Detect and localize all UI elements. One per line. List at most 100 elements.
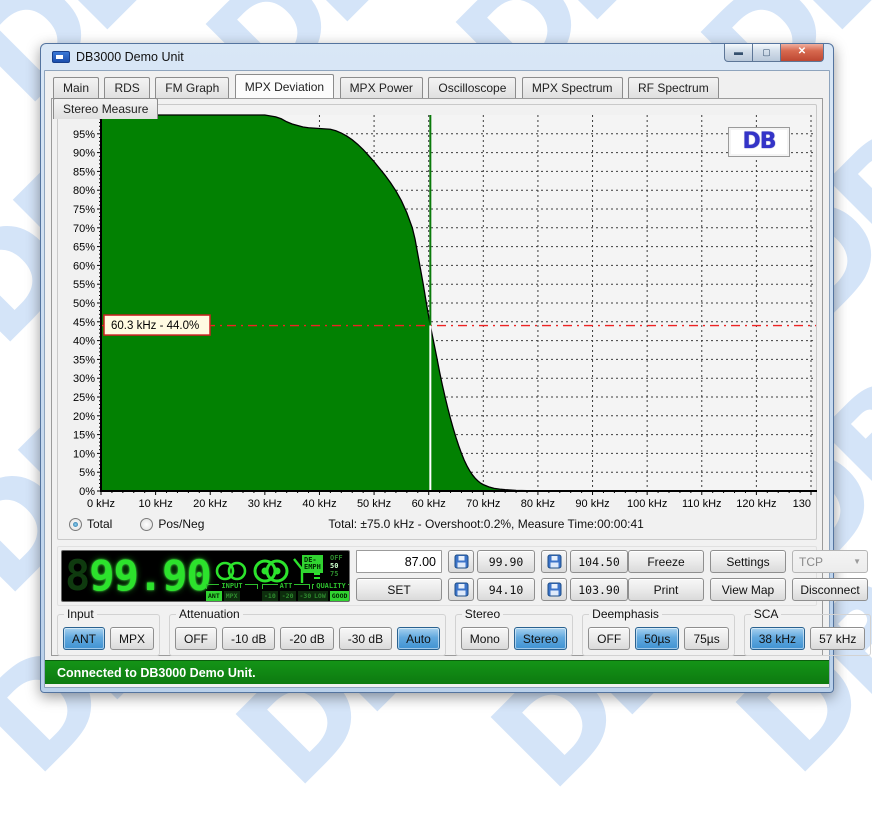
display-mode-row: Total Pos/Neg Total: ±75.0 kHz - Oversho…: [59, 511, 815, 537]
preset-button-1[interactable]: 99.90: [477, 550, 535, 573]
db-logo: DB: [728, 127, 790, 157]
option-groups-row: Input ANT MPX Attenuation OFF -10 dB -20…: [57, 614, 817, 656]
mpx-deviation-chart[interactable]: 0%5%10%15%20%25%30%35%40%45%50%55%60%65%…: [59, 107, 817, 511]
svg-text:80 kHz: 80 kHz: [521, 498, 555, 510]
minimize-button[interactable]: ▬: [724, 44, 753, 62]
posneg-radio-label[interactable]: Pos/Neg: [158, 517, 204, 531]
svg-text:5%: 5%: [79, 467, 95, 479]
tab-rds[interactable]: RDS: [104, 77, 149, 98]
deemph-off: OFF: [330, 554, 343, 562]
att-10db-button[interactable]: -10 dB: [222, 627, 275, 650]
att-off-button[interactable]: OFF: [175, 627, 217, 650]
svg-text:15%: 15%: [73, 430, 95, 442]
svg-text:60%: 60%: [73, 260, 95, 272]
settings-button[interactable]: Settings: [710, 550, 786, 573]
vfd-att-20: -20: [280, 591, 296, 601]
svg-text:20%: 20%: [73, 411, 95, 423]
posneg-radio[interactable]: [140, 518, 153, 531]
svg-text:25%: 25%: [73, 392, 95, 404]
svg-text:50 kHz: 50 kHz: [357, 498, 391, 510]
window-title: DB3000 Demo Unit: [76, 50, 184, 64]
freeze-button[interactable]: Freeze: [628, 550, 704, 573]
svg-text:30%: 30%: [73, 373, 95, 385]
set-button[interactable]: SET: [356, 578, 442, 601]
stereo-group: Stereo Mono Stereo: [455, 614, 573, 656]
tab-strip: Main RDS FM Graph MPX Deviation MPX Powe…: [53, 77, 823, 99]
save-preset-button[interactable]: [541, 578, 567, 601]
preset-button-4[interactable]: 103.90: [570, 578, 628, 601]
chevron-down-icon: ▼: [853, 557, 861, 566]
client-area: Main RDS FM Graph MPX Deviation MPX Powe…: [44, 70, 830, 688]
print-button[interactable]: Print: [628, 578, 704, 601]
frequency-input[interactable]: [356, 550, 442, 573]
svg-text:55%: 55%: [73, 279, 95, 291]
floppy-save-icon: [547, 582, 562, 597]
floppy-save-icon: [454, 582, 469, 597]
svg-text:0 kHz: 0 kHz: [87, 498, 115, 510]
tab-fm-graph[interactable]: FM Graph: [155, 77, 229, 98]
sca-57khz-button[interactable]: 57 kHz: [810, 627, 865, 650]
save-preset-button[interactable]: [448, 550, 474, 573]
view-map-button[interactable]: View Map: [710, 578, 786, 601]
vfd-input-block: INPUT ANT MPX: [206, 582, 258, 601]
status-text: Connected to DB3000 Demo Unit.: [57, 666, 256, 680]
total-radio[interactable]: [69, 518, 82, 531]
stereo-stereo-button[interactable]: Stereo: [514, 627, 567, 650]
total-radio-label[interactable]: Total: [87, 517, 112, 531]
svg-text:95%: 95%: [73, 129, 95, 141]
connection-mode-value: TCP: [799, 555, 823, 569]
tab-stereo-measure[interactable]: Stereo Measure: [53, 98, 158, 119]
svg-text:130: 130: [793, 498, 811, 510]
tab-main[interactable]: Main: [53, 77, 99, 98]
tab-oscilloscope[interactable]: Oscilloscope: [428, 77, 516, 98]
tab-rf-spectrum[interactable]: RF Spectrum: [628, 77, 719, 98]
vfd-att-10: -10: [262, 591, 278, 601]
input-ant-button[interactable]: ANT: [63, 627, 105, 650]
stereo-mono-button[interactable]: Mono: [461, 627, 509, 650]
tab-mpx-power[interactable]: MPX Power: [340, 77, 423, 98]
svg-text:60.3 kHz - 44.0%: 60.3 kHz - 44.0%: [111, 320, 199, 332]
vfd-input-ant: ANT: [206, 591, 222, 601]
svg-text:10 kHz: 10 kHz: [138, 498, 172, 510]
preset-button-2[interactable]: 104.50: [570, 550, 628, 573]
deemph-indicator: DE- EMPH: [302, 555, 323, 573]
app-window: DB3000 Demo Unit ▬ ▢ ✕ Main RDS FM Graph…: [40, 43, 834, 693]
svg-text:30 kHz: 30 kHz: [248, 498, 282, 510]
svg-text:85%: 85%: [73, 166, 95, 178]
measurement-summary: Total: ±75.0 kHz - Overshoot:0.2%, Measu…: [328, 517, 643, 531]
maximize-button[interactable]: ▢: [753, 44, 780, 62]
vfd-quality-block: QUALITY LOW GOOD HI: [312, 582, 350, 601]
sca-group-label: SCA: [751, 607, 782, 621]
deemph-off-button[interactable]: OFF: [588, 627, 630, 650]
frequency-digits: 99.90: [89, 551, 210, 600]
svg-text:65%: 65%: [73, 242, 95, 254]
deemph-75us-button[interactable]: 75µs: [684, 627, 728, 650]
tab-mpx-deviation[interactable]: MPX Deviation: [235, 74, 334, 98]
title-bar[interactable]: DB3000 Demo Unit ▬ ▢ ✕: [44, 44, 830, 70]
vfd-quality-good: GOOD: [330, 591, 350, 601]
svg-text:35%: 35%: [73, 354, 95, 366]
vfd-att-30: -30: [298, 591, 314, 601]
vfd-att-block: ATT -10 -20 -30: [262, 582, 310, 601]
att-20db-button[interactable]: -20 dB: [280, 627, 333, 650]
svg-text:90%: 90%: [73, 148, 95, 160]
svg-text:120 kHz: 120 kHz: [736, 498, 776, 510]
svg-text:45%: 45%: [73, 317, 95, 329]
floppy-save-icon: [454, 554, 469, 569]
save-preset-button[interactable]: [541, 550, 567, 573]
att-30db-button[interactable]: -30 dB: [339, 627, 392, 650]
stereo-swirl-icon: [252, 557, 290, 585]
close-button[interactable]: ✕: [780, 44, 824, 62]
disconnect-button[interactable]: Disconnect: [792, 578, 868, 601]
sca-38khz-button[interactable]: 38 kHz: [750, 627, 805, 650]
tab-mpx-spectrum[interactable]: MPX Spectrum: [522, 77, 623, 98]
input-mpx-button[interactable]: MPX: [110, 627, 154, 650]
svg-text:10%: 10%: [73, 448, 95, 460]
frequency-display: 899.90: [65, 553, 211, 599]
input-group: Input ANT MPX: [57, 614, 160, 656]
att-auto-button[interactable]: Auto: [397, 627, 440, 650]
save-preset-button[interactable]: [448, 578, 474, 601]
deemph-50us-button[interactable]: 50µs: [635, 627, 679, 650]
preset-button-3[interactable]: 94.10: [477, 578, 535, 601]
connection-mode-select[interactable]: TCP ▼: [792, 550, 868, 573]
